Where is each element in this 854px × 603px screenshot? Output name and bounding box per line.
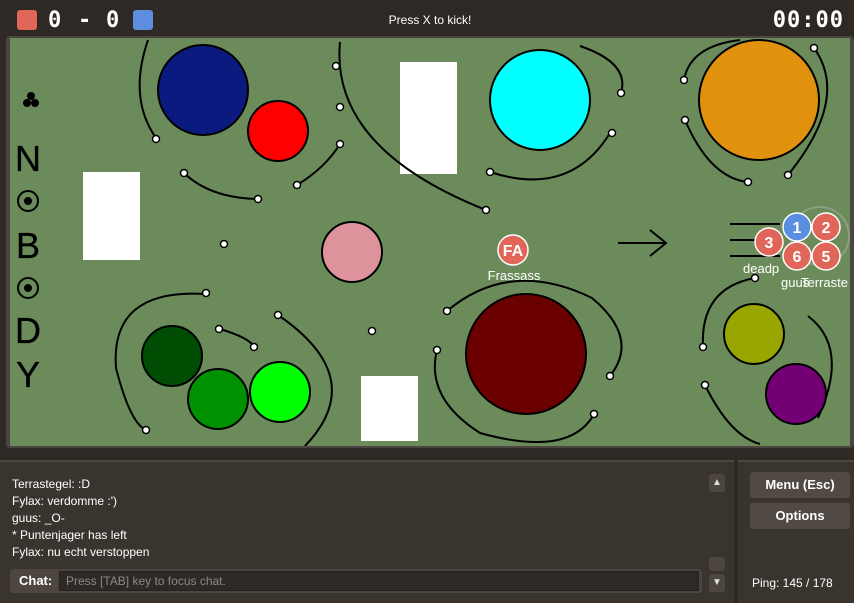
svg-text:2: 2 xyxy=(822,220,831,237)
chat-scroll-down-button[interactable]: ▼ xyxy=(709,574,725,592)
vertical-letter: N xyxy=(15,138,41,179)
panel-divider xyxy=(0,450,854,460)
svg-text:3: 3 xyxy=(765,235,774,252)
green-ball xyxy=(187,368,249,430)
menu-button[interactable]: Menu (Esc) xyxy=(750,472,850,498)
game-field-frame: N B D Y FA Frassass 3 1 2 6 5 deadp guus… xyxy=(6,36,854,448)
svg-text:FA: FA xyxy=(503,243,524,260)
chat-message: Terrastegel: :D xyxy=(12,477,91,491)
red-ball xyxy=(247,100,309,162)
chat-message: * Puntenjager has left xyxy=(12,528,127,542)
cyan-ball xyxy=(489,49,591,151)
chat-panel: Terrastegel: :D Fylax: verdomme :') guus… xyxy=(0,460,734,603)
match-timer: 00:00 xyxy=(772,8,844,33)
navy-ball xyxy=(157,44,249,136)
svg-text:1: 1 xyxy=(793,220,802,237)
purple-ball xyxy=(765,363,827,425)
chat-scrollbar-thumb[interactable] xyxy=(709,557,725,571)
red-team-indicator xyxy=(17,10,37,30)
white-block xyxy=(400,62,457,174)
chat-scroll-up-button[interactable]: ▲ xyxy=(709,474,725,492)
ping-readout: Ping: 145 / 178 xyxy=(752,576,833,590)
lime-ball xyxy=(249,361,311,423)
vertical-letter: D xyxy=(15,310,41,351)
maroon-ball xyxy=(465,293,587,415)
chat-message: Fylax: nu echt verstoppen xyxy=(12,545,150,559)
vertical-letter: Y xyxy=(16,354,40,395)
dark-green-ball xyxy=(141,325,203,387)
chat-log: Terrastegel: :D Fylax: verdomme :') guus… xyxy=(12,476,149,561)
player-6: 6 xyxy=(782,241,812,271)
white-block xyxy=(361,376,418,441)
player-name: Frassass xyxy=(488,268,541,283)
game-field[interactable]: N B D Y FA Frassass 3 1 2 6 5 deadp guus… xyxy=(10,38,850,446)
player-1: 1 xyxy=(782,212,812,242)
svg-text:5: 5 xyxy=(822,249,831,266)
options-button[interactable]: Options xyxy=(750,503,850,529)
chat-input[interactable] xyxy=(59,571,699,591)
player-3: 3 xyxy=(754,227,784,257)
player-2: 2 xyxy=(811,212,841,242)
blue-score: 0 xyxy=(106,8,120,33)
chat-message: guus: _O- xyxy=(12,511,65,525)
top-bar: 0 - 0 Press X to kick! 00:00 xyxy=(0,0,854,40)
chat-input-bar: Chat: xyxy=(10,569,702,593)
olive-ball xyxy=(723,303,785,365)
side-panel: Menu (Esc) Options Ping: 145 / 178 xyxy=(738,460,854,603)
pink-ball xyxy=(321,221,383,283)
kick-hint: Press X to kick! xyxy=(388,13,472,27)
red-score: 0 xyxy=(48,8,62,33)
vertical-letter: B xyxy=(16,225,40,266)
white-block xyxy=(83,172,140,260)
orange-ball xyxy=(698,39,820,161)
score-separator: - xyxy=(78,8,92,33)
chat-message: Fylax: verdomme :') xyxy=(12,494,117,508)
player-name: deadp xyxy=(743,261,779,276)
player-name: Terraste xyxy=(801,275,848,290)
chat-label: Chat: xyxy=(19,573,53,588)
blue-team-indicator xyxy=(133,10,153,30)
player-5: 5 xyxy=(811,241,841,271)
svg-text:6: 6 xyxy=(793,249,802,266)
